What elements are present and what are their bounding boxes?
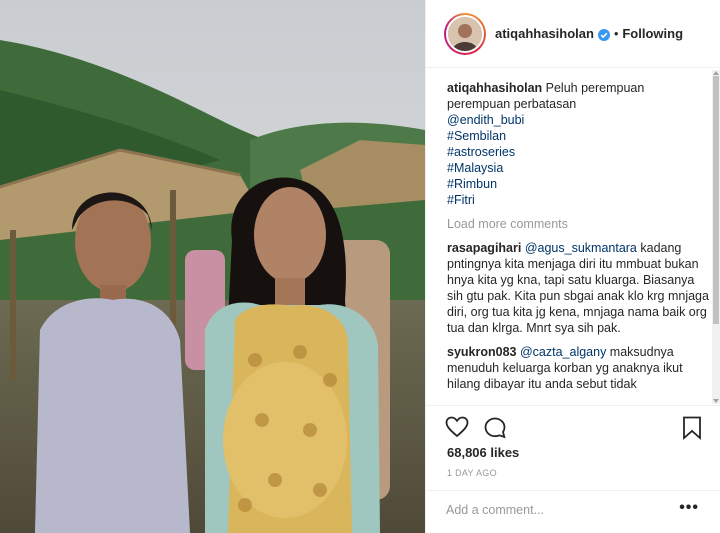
action-bar: [426, 405, 720, 447]
caption-mention[interactable]: @endith_bubi: [447, 112, 709, 128]
load-more-comments-button[interactable]: Load more comments: [447, 216, 709, 232]
scroll-down-arrow-icon[interactable]: [713, 399, 719, 403]
caption-username[interactable]: atiqahhasiholan: [447, 81, 542, 95]
header-username[interactable]: atiqahhasiholan: [495, 26, 594, 41]
post-timestamp[interactable]: 1 DAY AGO: [447, 468, 497, 478]
avatar-portrait: [448, 16, 482, 51]
avatar-image: [446, 14, 484, 53]
hashtag[interactable]: #astroseries: [447, 144, 709, 160]
header-separator: •: [613, 26, 619, 41]
instagram-post: atiqahhasiholan • Following atiqahhasiho…: [0, 0, 720, 533]
comment-bubble-icon[interactable]: [483, 416, 507, 443]
heart-outline-icon[interactable]: [445, 416, 469, 441]
add-comment-bar: •••: [426, 490, 720, 533]
post-header: atiqahhasiholan • Following: [426, 0, 720, 68]
photo-scene: [0, 0, 425, 533]
caption: atiqahhasiholan Peluh perempuan perempua…: [447, 80, 709, 208]
comment-item: rasapagihari @agus_sukmantara kadang pnt…: [447, 240, 709, 336]
comment-username[interactable]: syukron083: [447, 345, 516, 359]
hashtag[interactable]: #Rimbun: [447, 176, 709, 192]
hashtag[interactable]: #Sembilan: [447, 128, 709, 144]
comment-text: kadang pntingnya kita menjaga diri itu m…: [447, 241, 709, 335]
more-options-icon[interactable]: •••: [679, 499, 699, 517]
comments-scrollbar[interactable]: [712, 70, 720, 404]
bookmark-icon[interactable]: [682, 416, 702, 443]
scroll-thumb[interactable]: [713, 76, 719, 324]
post-photo[interactable]: [0, 0, 425, 533]
comments-list[interactable]: atiqahhasiholan Peluh perempuan perempua…: [447, 80, 709, 398]
hashtag[interactable]: #Fitri: [447, 192, 709, 208]
comment-input[interactable]: [446, 503, 666, 517]
likes-count[interactable]: 68,806 likes: [447, 445, 519, 460]
comment-item: syukron083 @cazta_algany maksudnya menud…: [447, 344, 709, 392]
scroll-up-arrow-icon[interactable]: [713, 71, 719, 75]
comment-mention[interactable]: @agus_sukmantara: [525, 241, 637, 255]
following-button[interactable]: Following: [622, 26, 683, 41]
comment-username[interactable]: rasapagihari: [447, 241, 521, 255]
post-side-panel: atiqahhasiholan • Following atiqahhasiho…: [425, 0, 720, 533]
hashtag[interactable]: #Malaysia: [447, 160, 709, 176]
comment-mention[interactable]: @cazta_algany: [520, 345, 606, 359]
verified-badge-icon: [597, 28, 610, 41]
avatar[interactable]: [444, 12, 486, 55]
